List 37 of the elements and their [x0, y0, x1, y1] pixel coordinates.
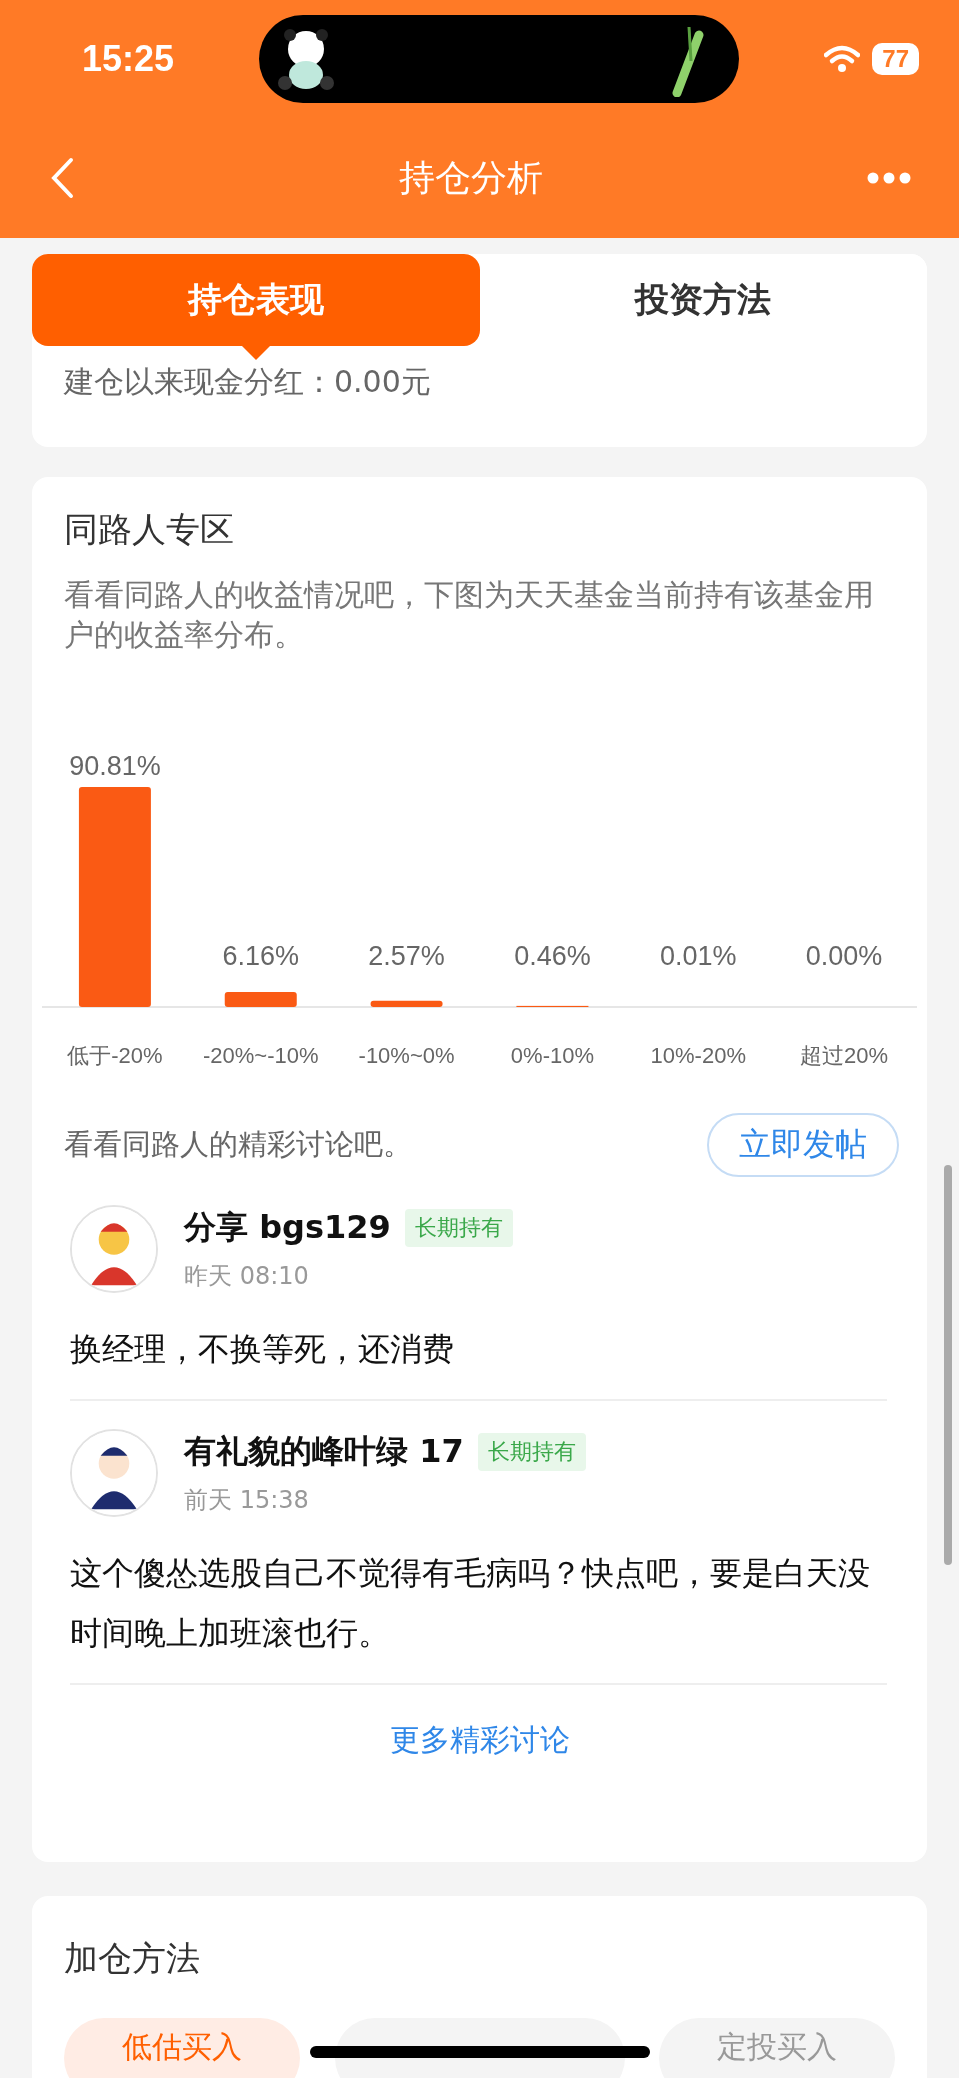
- section-title: 加仓方法: [64, 1937, 201, 1980]
- value-label: 0.46%: [514, 941, 591, 971]
- holding-tag: 长期持有: [404, 1209, 513, 1247]
- user-name[interactable]: 分享 bgs129: [184, 1206, 391, 1250]
- battery-level: 77: [872, 43, 919, 75]
- axis-label: 10%-20%: [650, 1043, 746, 1068]
- value-label: 6.16%: [222, 941, 300, 971]
- axis-label: 低于-20%: [67, 1043, 163, 1068]
- more-discussions-link[interactable]: 更多精彩讨论: [383, 1719, 576, 1762]
- value-label: 0.00%: [805, 941, 883, 971]
- method-chip[interactable]: 定投买入: [659, 2018, 895, 2078]
- axis-label: -10%~0%: [358, 1043, 455, 1068]
- tab[interactable]: 持仓表现: [32, 254, 480, 346]
- holding-tag: 长期持有: [477, 1433, 586, 1471]
- method-chip[interactable]: 低估买入: [64, 2018, 300, 2078]
- axis-label: 0%-10%: [510, 1043, 594, 1068]
- wifi-icon: [824, 45, 861, 73]
- axis-label: -20%~-10%: [202, 1043, 319, 1068]
- value-label: 2.57%: [368, 941, 445, 971]
- tab-pointer: [241, 346, 270, 360]
- post-button[interactable]: 立即发帖: [707, 1113, 899, 1177]
- clock: 15:25: [82, 38, 175, 80]
- section-description: 看看同路人的收益情况吧，下图为天天基金当前持有该基金用户的收益率分布。: [64, 576, 875, 654]
- post-time: 昨天 08:10: [184, 1261, 310, 1292]
- value-label: 0.01%: [659, 941, 737, 971]
- user-name[interactable]: 有礼貌的峰叶绿 17: [184, 1430, 464, 1474]
- comment-text: 这个傻怂选股自己不觉得有毛病吗？快点吧，要是白天没时间晚上加班滚也行。: [70, 1553, 871, 1654]
- back-icon[interactable]: [50, 157, 74, 199]
- dividend-text: 建仓以来现金分红：0.00元: [62, 363, 432, 401]
- comment-text: 换经理，不换等死，还消费: [70, 1329, 455, 1370]
- axis-label: 超过20%: [800, 1043, 889, 1068]
- post-time: 前天 15:38: [184, 1485, 310, 1516]
- more-icon[interactable]: [867, 172, 911, 184]
- value-label: 90.81%: [69, 751, 161, 781]
- discussion-prompt: 看看同路人的精彩讨论吧。: [64, 1126, 412, 1163]
- section-title: 同路人专区: [64, 508, 235, 551]
- page-title: 持仓分析: [398, 155, 543, 200]
